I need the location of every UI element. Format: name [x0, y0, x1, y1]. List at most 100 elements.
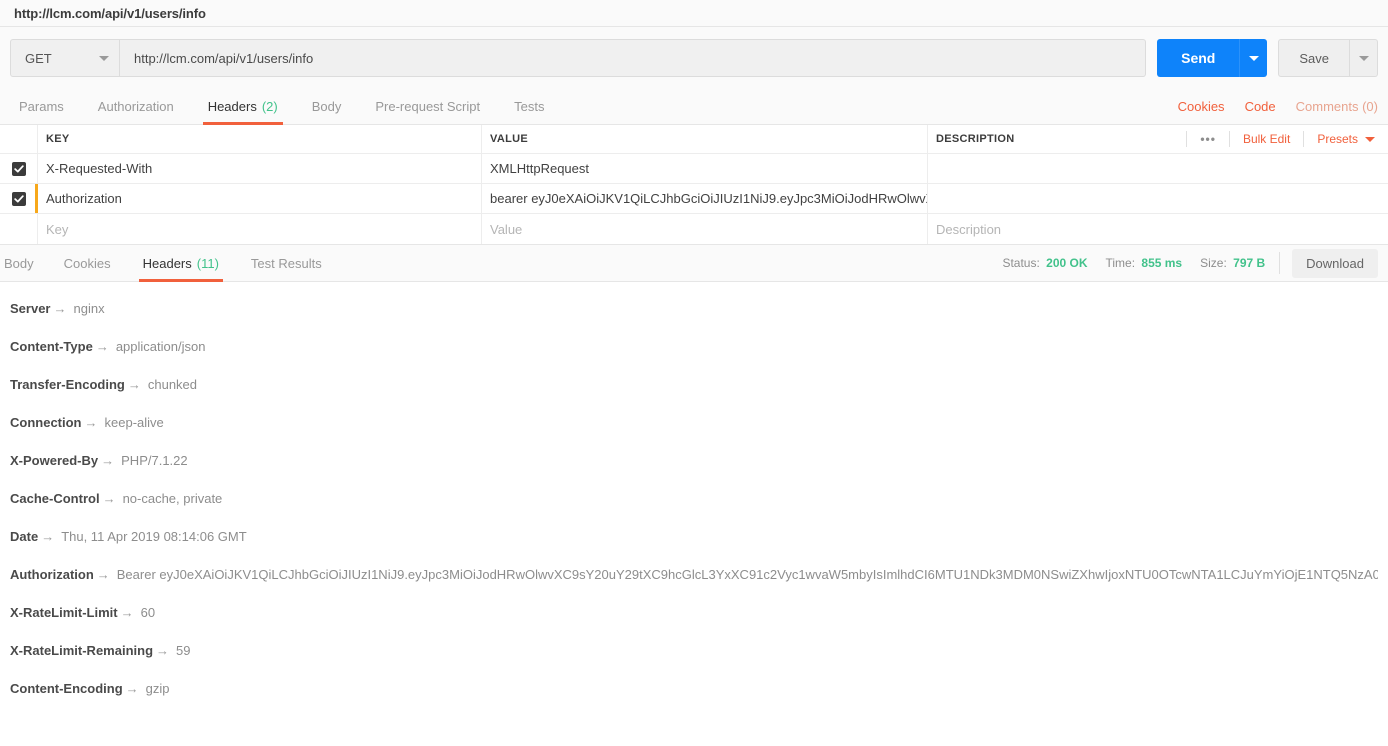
- response-header-value: nginx: [73, 301, 105, 316]
- request-tabs: Params Authorization Headers (2) Body Pr…: [0, 89, 1388, 125]
- status-label: Status:: [1002, 256, 1040, 270]
- tab-pre-request-script[interactable]: Pre-request Script: [358, 89, 497, 124]
- arrow-right-icon: →: [95, 339, 109, 354]
- response-header-item: Server → nginx: [10, 300, 1378, 318]
- column-header-description-label: DESCRIPTION: [936, 133, 1015, 145]
- save-button[interactable]: Save: [1278, 39, 1350, 77]
- row-checkbox-cell[interactable]: [0, 184, 38, 213]
- response-header-value: 59: [176, 643, 191, 658]
- response-header-item: Connection → keep-alive: [10, 414, 1378, 432]
- response-header-value: no-cache, private: [122, 491, 223, 506]
- header-key-input[interactable]: X-Requested-With: [38, 154, 482, 183]
- new-header-description-input[interactable]: Description: [928, 214, 1388, 244]
- arrow-right-icon: →: [41, 529, 55, 544]
- response-header-key: X-Powered-By: [10, 453, 99, 468]
- table-row: Authorization bearer eyJ0eXAiOiJKV1QiLCJ…: [0, 184, 1388, 214]
- response-tab-test-results[interactable]: Test Results: [235, 245, 338, 281]
- response-tab-headers[interactable]: Headers (11): [127, 245, 235, 282]
- comments-link[interactable]: Comments (0): [1286, 89, 1388, 124]
- header-value-input[interactable]: bearer eyJ0eXAiOiJKV1QiLCJhbGciOiJIUzI1N…: [482, 184, 928, 213]
- size-metric: Size: 797 B: [1200, 256, 1265, 270]
- arrow-right-icon: →: [102, 491, 116, 506]
- tab-body[interactable]: Body: [295, 89, 359, 124]
- bulk-edit-button[interactable]: Bulk Edit: [1228, 131, 1303, 147]
- response-header-value: Bearer eyJ0eXAiOiJKV1QiLCJhbGciOiJIUzI1N…: [116, 567, 1378, 582]
- select-all-cell[interactable]: [0, 125, 38, 153]
- code-link[interactable]: Code: [1235, 89, 1286, 124]
- response-header-value: PHP/7.1.22: [121, 453, 188, 468]
- tab-label: Test Results: [250, 255, 322, 271]
- row-accent-bar: [35, 184, 38, 213]
- presets-button[interactable]: Presets: [1303, 131, 1388, 147]
- header-key-input[interactable]: Authorization: [38, 184, 482, 213]
- send-button[interactable]: Send: [1157, 39, 1240, 77]
- chevron-down-icon: [1248, 55, 1259, 61]
- size-label: Size:: [1200, 256, 1227, 270]
- tab-label: Pre-request Script: [375, 99, 481, 114]
- request-url-row: GET http://lcm.com/api/v1/users/info Sen…: [0, 27, 1388, 89]
- url-input[interactable]: http://lcm.com/api/v1/users/info: [120, 39, 1147, 77]
- response-header-key: Content-Encoding: [10, 681, 123, 696]
- header-description-input[interactable]: [928, 154, 1388, 183]
- response-tab-body[interactable]: Body: [0, 245, 48, 281]
- tab-params[interactable]: Params: [2, 89, 81, 124]
- arrow-right-icon: →: [127, 377, 141, 392]
- response-header-item: Content-Encoding → gzip: [10, 680, 1378, 698]
- checkbox-icon[interactable]: [11, 191, 26, 206]
- response-header-key: Content-Type: [10, 339, 93, 354]
- table-row-empty: Key Value Description: [0, 214, 1388, 244]
- checkbox-icon[interactable]: [11, 161, 26, 176]
- response-header-item: Cache-Control → no-cache, private: [10, 490, 1378, 508]
- row-checkbox-cell[interactable]: [0, 214, 38, 244]
- tab-label: Tests: [514, 99, 545, 114]
- response-header-value: Thu, 11 Apr 2019 08:14:06 GMT: [61, 529, 247, 544]
- arrow-right-icon: →: [96, 567, 110, 582]
- response-header-value: chunked: [147, 377, 198, 392]
- response-tab-cookies[interactable]: Cookies: [48, 245, 127, 281]
- response-header-key: X-RateLimit-Remaining: [10, 643, 154, 658]
- save-options-button[interactable]: [1350, 39, 1378, 77]
- request-tab-title[interactable]: http://lcm.com/api/v1/users/info: [0, 6, 206, 21]
- header-description-input[interactable]: [928, 184, 1388, 213]
- status-metric: Status: 200 OK: [1002, 256, 1087, 270]
- response-header-key: Date: [10, 529, 39, 544]
- tab-headers[interactable]: Headers (2): [191, 89, 295, 125]
- tab-label: Cookies: [63, 255, 111, 271]
- download-wrapper: Download: [1279, 248, 1388, 278]
- table-row: X-Requested-With XMLHttpRequest: [0, 154, 1388, 184]
- http-method-select[interactable]: GET: [10, 39, 120, 77]
- new-header-value-input[interactable]: Value: [482, 214, 928, 244]
- response-headers-list: Server → nginx Content-Type → application/js…: [0, 282, 1388, 698]
- http-method-value: GET: [25, 50, 52, 66]
- row-checkbox-cell[interactable]: [0, 154, 38, 183]
- header-value-input[interactable]: XMLHttpRequest: [482, 154, 928, 183]
- new-header-key-input[interactable]: Key: [38, 214, 482, 244]
- response-tabs-bar: Body Cookies Headers (11) Test Results S…: [0, 245, 1388, 282]
- save-button-group: Save: [1278, 39, 1378, 77]
- response-header-item: Content-Type → application/json: [10, 338, 1378, 356]
- response-header-item: Date → Thu, 11 Apr 2019 08:14:06 GMT: [10, 528, 1378, 546]
- tab-count-badge: (2): [261, 99, 278, 114]
- arrow-right-icon: →: [156, 643, 170, 658]
- tab-count-badge: (11): [196, 255, 219, 271]
- request-headers-table: KEY VALUE DESCRIPTION ••• Bulk Edit Pres…: [0, 125, 1388, 245]
- cookies-link[interactable]: Cookies: [1168, 89, 1235, 124]
- time-metric: Time: 855 ms: [1106, 256, 1183, 270]
- chevron-down-icon: [1358, 55, 1369, 61]
- more-options-icon[interactable]: •••: [1186, 131, 1229, 147]
- download-button[interactable]: Download: [1292, 248, 1378, 278]
- response-header-item: X-RateLimit-Remaining → 59: [10, 642, 1378, 660]
- tab-authorization[interactable]: Authorization: [81, 89, 191, 124]
- tab-tests[interactable]: Tests: [497, 89, 561, 124]
- chevron-down-icon: [1365, 136, 1375, 142]
- arrow-right-icon: →: [120, 605, 134, 620]
- status-value: 200 OK: [1046, 256, 1088, 270]
- response-header-item: Authorization → Bearer eyJ0eXAiOiJKV1QiLCJ…: [10, 566, 1378, 584]
- response-header-item: X-Powered-By → PHP/7.1.22: [10, 452, 1378, 470]
- send-options-button[interactable]: [1239, 39, 1268, 77]
- arrow-right-icon: →: [101, 453, 115, 468]
- time-label: Time:: [1105, 256, 1136, 270]
- size-value: 797 B: [1233, 256, 1266, 270]
- tab-label: Body: [4, 255, 34, 271]
